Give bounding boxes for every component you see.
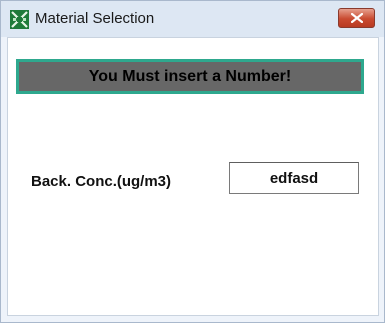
back-conc-input[interactable]: [229, 162, 359, 194]
title-bar[interactable]: Material Selection: [1, 1, 384, 37]
error-banner: You Must insert a Number!: [16, 59, 364, 94]
close-button[interactable]: [338, 8, 375, 28]
back-conc-label: Back. Conc.(ug/m3): [31, 173, 172, 190]
close-icon: [351, 13, 363, 23]
window-title: Material Selection: [35, 10, 155, 27]
dialog-window: Material Selection You Must insert a Num…: [0, 0, 385, 323]
dialog-content: You Must insert a Number! Back. Conc.(ug…: [7, 37, 379, 316]
app-icon: [10, 10, 29, 29]
error-message: You Must insert a Number!: [88, 68, 292, 85]
